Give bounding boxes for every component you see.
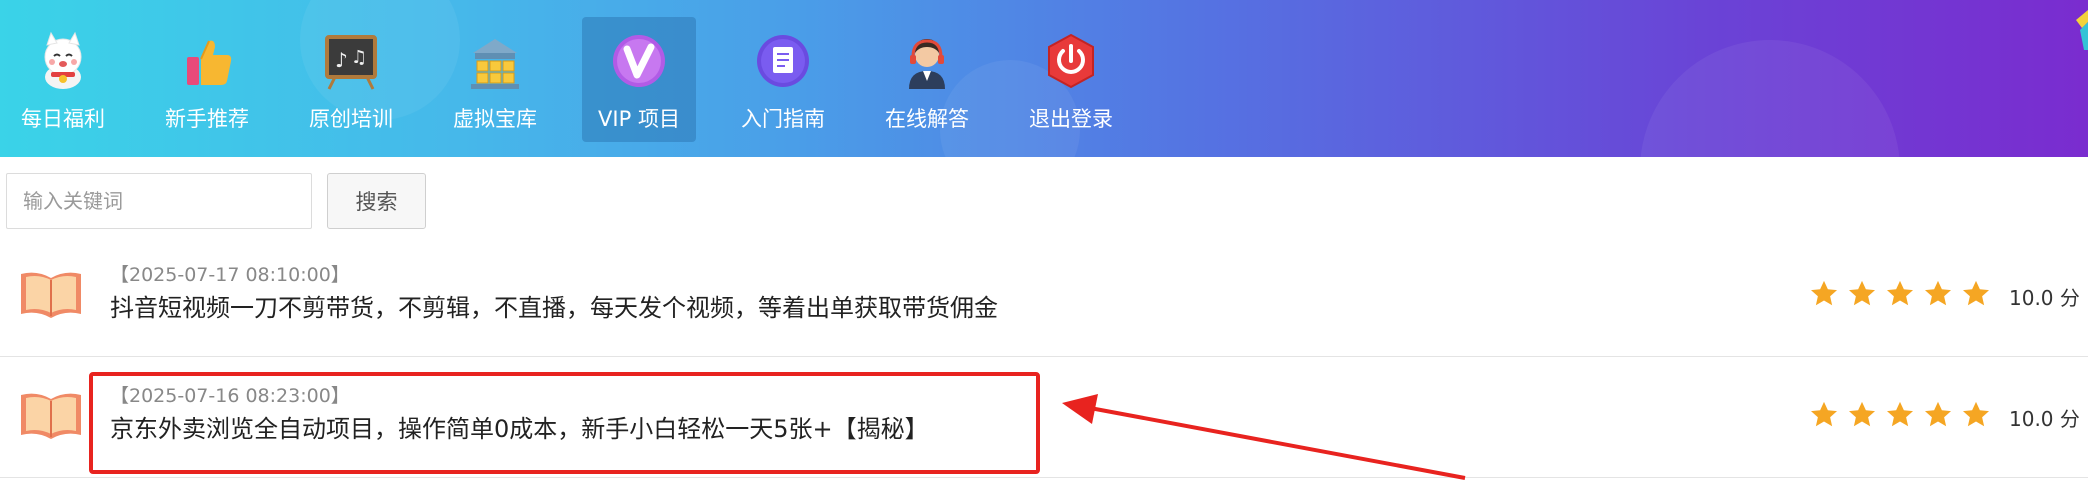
star-icon [1925, 280, 1951, 306]
nav-item-online-answers[interactable]: 在线解答 [870, 17, 984, 142]
rating-stars [1809, 279, 1999, 313]
list-item[interactable]: 【2025-07-17 08:10:00】 抖音短视频一刀不剪带货，不剪辑，不直… [0, 236, 2088, 357]
nav-item-original-training[interactable]: ♪ ♫ 原创培训 [294, 17, 408, 142]
nav-item-logout[interactable]: 退出登录 [1014, 17, 1128, 142]
open-book-icon [21, 272, 81, 318]
nav-label: 原创培训 [309, 107, 393, 131]
star-icon [1849, 280, 1875, 306]
item-title-link[interactable]: 京东外卖浏览全自动项目，操作简单0成本，新手小白轻松一天5张+【揭秘】 [110, 409, 929, 444]
star-icon [1963, 280, 1989, 306]
search-input[interactable] [6, 173, 312, 229]
lucky-cat-icon [44, 31, 82, 89]
nav-item-beginner-recommend[interactable]: 新手推荐 [150, 17, 264, 142]
nav-label: 虚拟宝库 [453, 107, 537, 131]
corner-decoration-icon [2076, 10, 2088, 50]
star-icon [1811, 280, 1837, 306]
nav-item-daily-benefits[interactable]: 每日福利 [6, 17, 120, 142]
nav-item-virtual-treasury[interactable]: 虚拟宝库 [438, 17, 552, 142]
star-icon [1887, 401, 1913, 427]
star-icon [1963, 401, 1989, 427]
list-item[interactable]: 【2025-07-16 08:23:00】 京东外卖浏览全自动项目，操作简单0成… [0, 357, 2088, 478]
treasure-boxes-icon [471, 39, 519, 89]
svg-text:♫: ♫ [351, 47, 367, 68]
document-icon [757, 35, 809, 87]
star-icon [1887, 280, 1913, 306]
customer-service-icon [909, 39, 945, 89]
nav-label: VIP 项目 [598, 107, 680, 131]
item-score: 10.0 分 [2009, 286, 2080, 310]
thumbs-up-icon [187, 40, 232, 85]
item-title-link[interactable]: 抖音短视频一刀不剪带货，不剪辑，不直播，每天发个视频，等着出单获取带货佣金 [110, 288, 998, 323]
power-icon [1048, 33, 1094, 89]
open-book-icon [21, 393, 81, 439]
star-icon [1925, 401, 1951, 427]
nav-label: 退出登录 [1029, 107, 1113, 131]
nav-label: 入门指南 [741, 107, 825, 131]
nav-label: 在线解答 [885, 107, 969, 131]
item-date: 【2025-07-16 08:23:00】 [110, 385, 350, 407]
item-date: 【2025-07-17 08:10:00】 [110, 264, 350, 286]
vip-badge-icon [613, 35, 665, 87]
nav-label: 新手推荐 [165, 107, 249, 131]
background-bubble [1640, 40, 1900, 157]
item-score: 10.0 分 [2009, 407, 2080, 431]
top-nav: 每日福利 新手推荐 ♪ ♫ 原创培训 虚拟宝库 VIP 项目 入门指南 在线解答… [0, 0, 2088, 157]
star-icon [1811, 401, 1837, 427]
rating-stars [1809, 400, 1999, 434]
nav-label: 每日福利 [21, 107, 105, 131]
svg-text:♪: ♪ [335, 48, 348, 72]
nav-item-getting-started[interactable]: 入门指南 [726, 17, 840, 142]
search-button[interactable]: 搜索 [327, 173, 426, 229]
music-chalkboard-icon: ♪ ♫ [325, 35, 377, 90]
star-icon [1849, 401, 1875, 427]
nav-item-vip-projects[interactable]: VIP 项目 [582, 17, 696, 142]
